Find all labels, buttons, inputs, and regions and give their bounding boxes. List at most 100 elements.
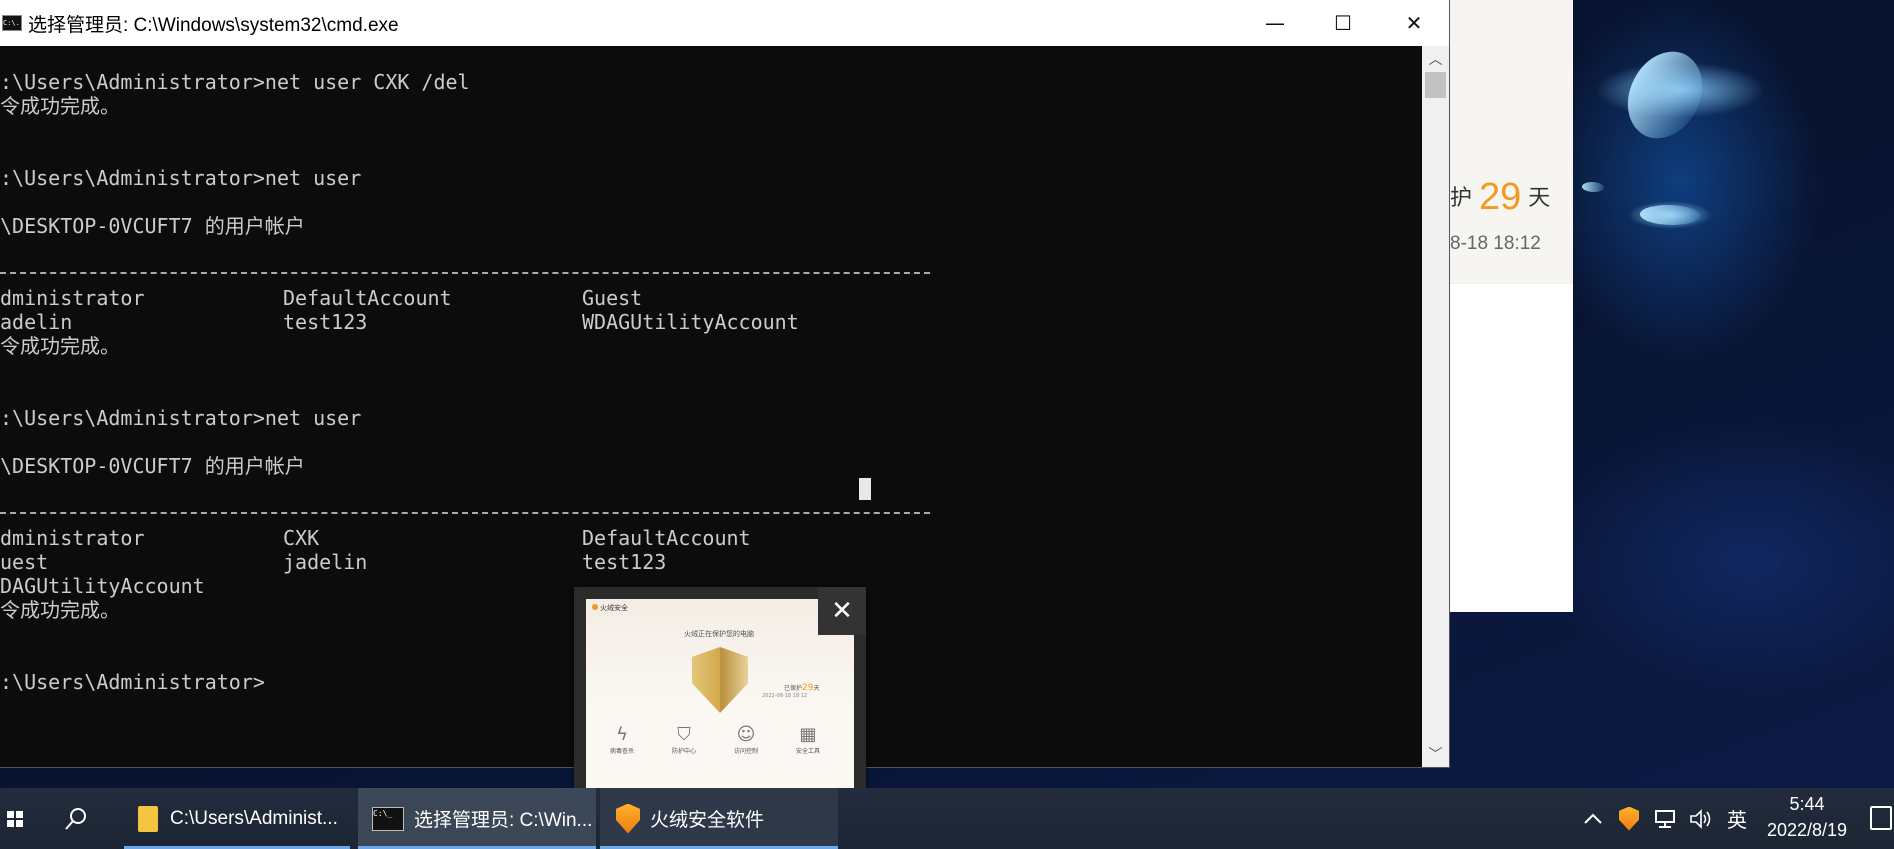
start-button[interactable] (0, 788, 30, 849)
search-button[interactable] (52, 788, 100, 849)
taskbar-app-label: 选择管理员: C:\Win... (414, 810, 593, 831)
preview-thumbnail[interactable]: 火绒安全 火绒正在保护您的电脑 已保护29天 2022-08-18 18:12 … (586, 599, 854, 788)
table-cell: adelin (0, 310, 73, 334)
taskbar-app-label: C:\Users\Administ... (170, 807, 338, 829)
users-icon: ☺ (736, 724, 756, 745)
minimize-icon: — (1265, 11, 1285, 35)
folder-icon (138, 805, 158, 832)
vertical-scrollbar[interactable]: ︿ ﹀ (1422, 46, 1449, 767)
scroll-up-button[interactable]: ︿ (1422, 46, 1449, 72)
speaker-icon (1690, 808, 1711, 829)
search-icon (65, 807, 86, 830)
scroll-thumb[interactable] (1425, 72, 1446, 98)
console-line: 令成功完成。 (0, 94, 120, 118)
thumbnail-days-count: 29 (802, 683, 814, 693)
wallpaper-fish (1582, 182, 1604, 192)
protect-date: 8-18 18:12 (1450, 233, 1541, 254)
thumbnail-days-unit: 天 (813, 685, 820, 692)
tool-virus-scan: ϟ 病毒查杀 (598, 724, 646, 755)
maximize-button[interactable]: ☐ (1307, 0, 1379, 46)
console-prompt[interactable]: :\Users\Administrator> (0, 670, 265, 694)
taskbar: C:\Users\Administ... C:\_ 选择管理员: C:\Win.… (0, 788, 1894, 849)
grid-icon: ▦ (799, 724, 817, 745)
table-cell: uest (0, 550, 49, 574)
protect-days-unit: 天 (1528, 186, 1551, 211)
console-line: :\Users\Administrator>net user CXK /del (0, 70, 470, 94)
console-line: \DESKTOP-0VCUFT7 的用户帐户 (0, 454, 305, 478)
close-icon: ✕ (831, 596, 853, 626)
table-cell: test123 (283, 310, 368, 334)
cmd-app-icon: C:\. (2, 15, 22, 31)
taskbar-preview-popup[interactable]: 火绒安全 火绒正在保护您的电脑 已保护29天 2022-08-18 18:12 … (574, 587, 866, 788)
table-cell: test123 (582, 550, 667, 574)
tool-security-tools: ▦ 安全工具 (784, 724, 832, 755)
tool-label: 访问控制 (733, 748, 758, 755)
network-icon (1655, 809, 1675, 828)
tool-label: 病毒查杀 (609, 748, 634, 755)
table-cell: CXK (283, 526, 320, 550)
taskbar-clock[interactable]: 5:44 2022/8/19 (1752, 788, 1862, 849)
console-line: 令成功完成。 (0, 598, 120, 622)
separator-line (0, 272, 930, 274)
table-cell: Guest (582, 286, 643, 310)
table-cell: DefaultAccount (582, 526, 751, 550)
taskbar-app-label: 火绒安全软件 (650, 810, 765, 831)
windows-logo-icon (7, 810, 23, 827)
tray-volume[interactable] (1686, 788, 1716, 849)
tray-huorong[interactable] (1614, 788, 1644, 849)
thumbnail-protect-date: 2022-08-18 18:12 (762, 693, 808, 699)
wallpaper-fish (1640, 205, 1700, 225)
thumbnail-protect-label: 已保护 (784, 685, 803, 692)
separator-line (0, 512, 930, 514)
taskbar-app-explorer[interactable]: C:\Users\Administ... (124, 788, 350, 849)
table-cell: dministrator (0, 526, 145, 550)
table-cell: WDAGUtilityAccount (582, 310, 799, 334)
console-line: 令成功完成。 (0, 334, 120, 358)
protect-days-count: 29 (1479, 176, 1522, 218)
thumbnail-protect-days: 已保护29天 (784, 683, 819, 693)
shield-outline-icon: ⛉ (677, 724, 691, 745)
tool-label: 安全工具 (795, 748, 820, 755)
clock-date: 2022/8/19 (1766, 820, 1848, 840)
close-button[interactable]: ✕ (1378, 0, 1450, 46)
table-cell: DAGUtilityAccount (0, 574, 205, 598)
tray-network[interactable] (1650, 788, 1680, 849)
taskbar-app-cmd[interactable]: C:\_ 选择管理员: C:\Win... (358, 788, 596, 849)
tool-access-control: ☺ 访问控制 (722, 724, 770, 755)
tool-label: 防护中心 (671, 748, 696, 755)
huorong-shield-icon (1619, 806, 1639, 831)
maximize-icon: ☐ (1334, 11, 1352, 35)
background-window-header: 护 29 天 8-18 18:12 (1450, 0, 1573, 284)
background-huorong-window[interactable]: 护 29 天 8-18 18:12 (1449, 0, 1573, 612)
chevron-up-icon: ︿ (1428, 52, 1443, 68)
minimize-button[interactable]: — (1239, 0, 1311, 46)
huorong-shield-icon (616, 803, 640, 834)
tool-protection-center: ⛉ 防护中心 (660, 724, 708, 755)
close-icon: ✕ (1405, 11, 1423, 35)
notification-center-icon[interactable] (1870, 806, 1892, 830)
taskbar-app-huorong[interactable]: 火绒安全软件 (600, 788, 838, 849)
chevron-up-icon (1584, 813, 1602, 824)
table-cell: jadelin (283, 550, 368, 574)
table-cell: dministrator (0, 286, 145, 310)
console-line: \DESKTOP-0VCUFT7 的用户帐户 (0, 214, 305, 238)
ime-indicator: 英 (1727, 808, 1747, 832)
cmd-titlebar[interactable]: C:\. 选择管理员: C:\Windows\system32\cmd.exe … (0, 0, 1449, 46)
thumbnail-brand: 火绒安全 (592, 603, 628, 613)
protect-days-text: 护 29 天 (1450, 176, 1550, 219)
tray-ime[interactable]: 英 (1720, 788, 1754, 849)
cmd-icon: C:\_ (372, 806, 404, 831)
thumbnail-message: 火绒正在保护您的电脑 (684, 630, 754, 638)
scroll-down-button[interactable]: ﹀ (1422, 741, 1449, 767)
text-cursor (859, 478, 871, 500)
preview-close-button[interactable]: ✕ (818, 587, 866, 635)
cmd-window-title: 选择管理员: C:\Windows\system32\cmd.exe (28, 14, 399, 36)
console-line: :\Users\Administrator>net user (0, 166, 362, 190)
lightning-icon: ϟ (616, 724, 628, 745)
wallpaper-fish (1610, 38, 1720, 152)
clock-time: 5:44 (1789, 794, 1825, 814)
console-line: :\Users\Administrator>net user (0, 406, 362, 430)
show-hidden-icons-button[interactable] (1578, 788, 1608, 849)
table-cell: DefaultAccount (283, 286, 452, 310)
protect-prefix: 护 (1450, 186, 1473, 211)
